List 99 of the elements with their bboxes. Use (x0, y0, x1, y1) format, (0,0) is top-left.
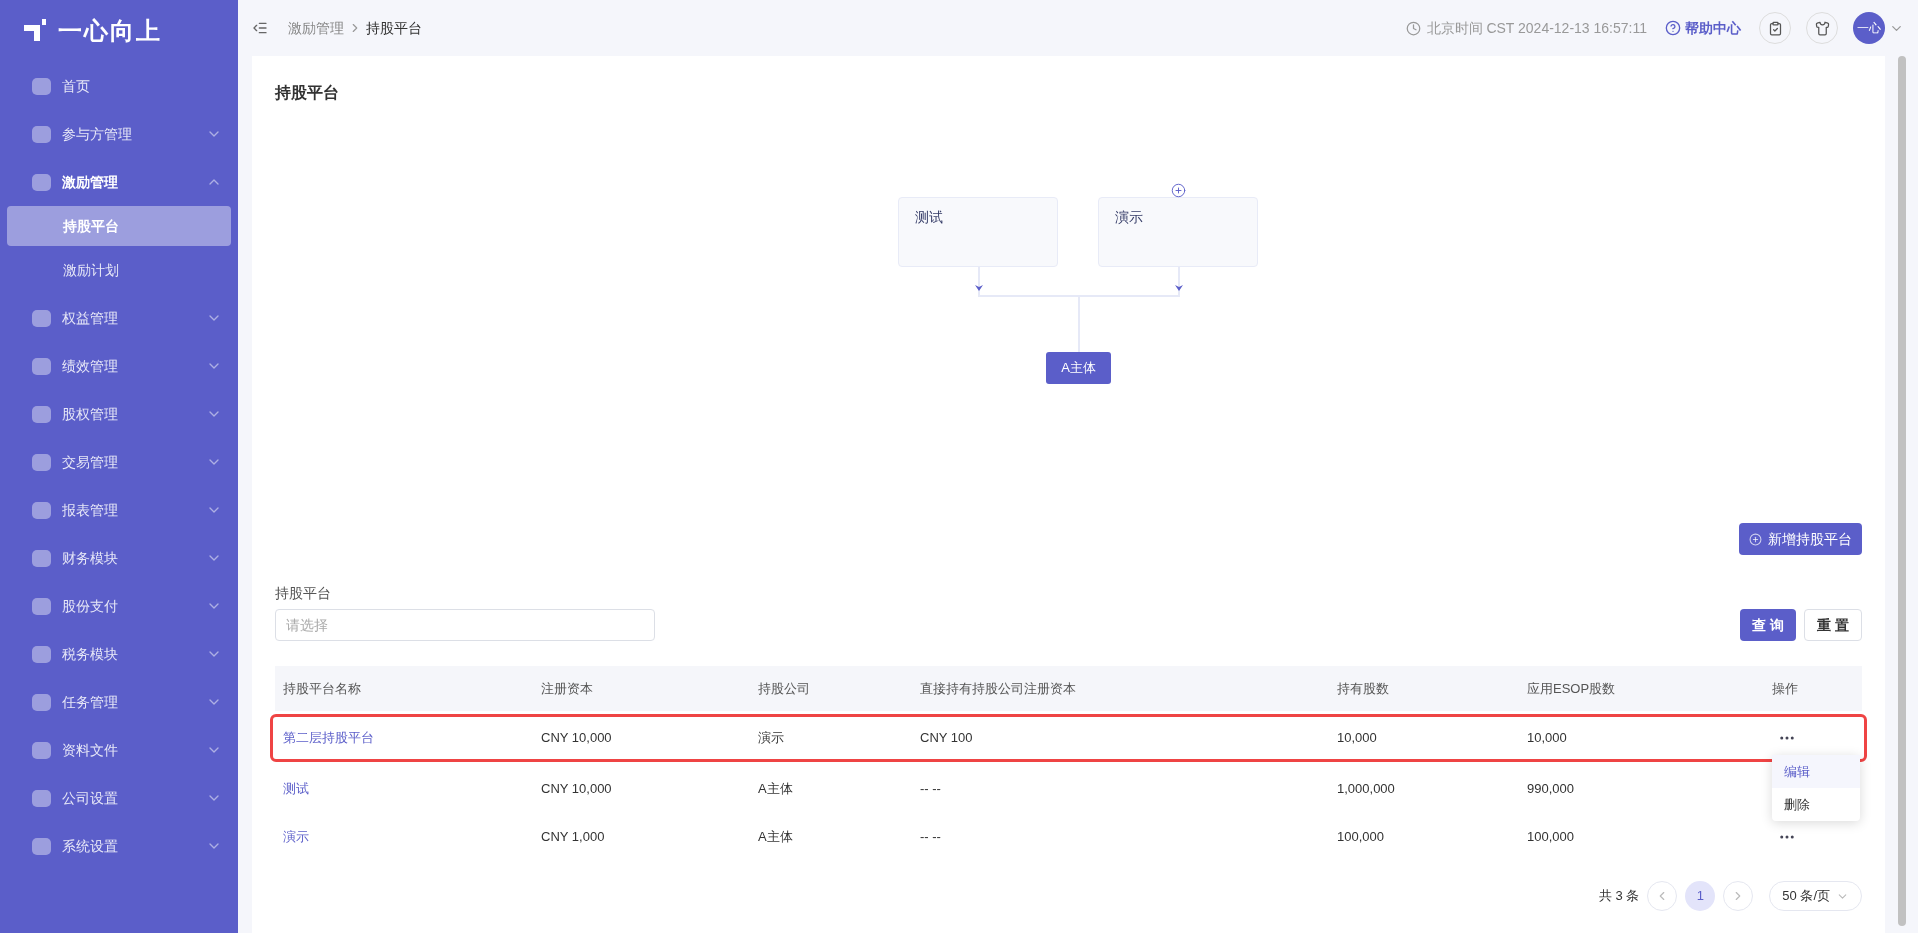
entity-node[interactable]: 测试 (898, 197, 1058, 267)
table-cell-text: A主体 (757, 828, 794, 847)
sidebar-item[interactable]: 交易管理 (0, 438, 238, 486)
collapse-icon[interactable] (252, 20, 268, 36)
sidebar-item[interactable]: 报表管理 (0, 486, 238, 534)
entity-node[interactable]: 演示 (1098, 197, 1258, 267)
add-platform-button[interactable]: 新增持股平台 (1739, 523, 1862, 555)
menu-icon (32, 741, 51, 759)
shirt-icon (1814, 20, 1830, 36)
help-icon (1665, 20, 1681, 36)
menu-label: 交易管理 (62, 452, 119, 472)
menu-icon (32, 77, 51, 95)
menu-icon (32, 597, 51, 615)
sidebar-item[interactable]: 财务模块 (0, 534, 238, 582)
menu-label: 权益管理 (62, 308, 119, 328)
menu-label: 财务模块 (62, 548, 119, 568)
table-cell-text: A主体 (757, 780, 794, 799)
menu-label: 资料文件 (62, 740, 119, 760)
submenu-item[interactable]: 持股平台 (7, 206, 231, 246)
sidebar-item[interactable]: 任务管理 (0, 678, 238, 726)
scrollbar[interactable] (1897, 56, 1906, 926)
menu-label: 报表管理 (62, 500, 119, 520)
logo-text: 一心向上 (58, 16, 162, 46)
menu-icon (32, 173, 51, 191)
sidebar-item[interactable]: 首页 (0, 62, 238, 110)
menu-icon (32, 501, 51, 519)
menu-icon (32, 693, 51, 711)
table-cell-text: 990,000 (1526, 780, 1575, 799)
total-count: 共 3 条 (1598, 887, 1640, 906)
breadcrumb-item: 持股平台 (366, 18, 422, 38)
table-cell-text: 10,000 (1526, 729, 1568, 748)
menu-label: 激励管理 (62, 172, 119, 192)
column-header: 直接持有持股公司注册资本 (919, 679, 1077, 698)
sidebar-item[interactable]: 股权管理 (0, 390, 238, 438)
menu-icon (32, 549, 51, 567)
menu-label: 系统设置 (62, 836, 119, 856)
sidebar-item[interactable]: 绩效管理 (0, 342, 238, 390)
menu-label: 参与方管理 (62, 124, 133, 144)
menu-label: 任务管理 (62, 692, 119, 712)
column-header: 应用ESOP股数 (1526, 679, 1617, 698)
menu-label: 股权管理 (62, 404, 119, 424)
platform-name-link[interactable]: 演示 (275, 827, 533, 847)
column-header: 持股平台名称 (282, 679, 362, 698)
platform-name-link[interactable]: 测试 (275, 779, 533, 799)
table-cell-text: 100,000 (1336, 828, 1385, 847)
clipboard-icon (1767, 20, 1783, 36)
clock-icon (1405, 20, 1421, 36)
reset-button[interactable]: 重 置 (1804, 609, 1862, 641)
breadcrumb-item[interactable]: 激励管理 (288, 17, 344, 39)
table-cell-text: CNY 1,000 (540, 828, 606, 847)
column-header: 持有股数 (1336, 679, 1390, 698)
menu-icon (32, 357, 51, 375)
plus-icon (1749, 532, 1762, 546)
root-entity-node[interactable]: A主体 (1046, 352, 1111, 384)
menu-item[interactable]: 删除 (1772, 788, 1860, 821)
platform-select-field[interactable]: 请选择 (275, 609, 655, 641)
menu-label: 绩效管理 (62, 356, 119, 376)
table-cell-text: CNY 10,000 (540, 729, 613, 748)
menu-icon (32, 789, 51, 807)
table-cell-text: -- -- (919, 828, 942, 847)
platform-name-link[interactable]: 第二层持股平台 (275, 728, 533, 748)
page-title: 持股平台 (275, 83, 340, 103)
sidebar-item[interactable]: 资料文件 (0, 726, 238, 774)
sidebar-item[interactable]: 参与方管理 (0, 110, 238, 158)
help-center-link[interactable]: 帮助中心 (1665, 17, 1741, 39)
sidebar-item[interactable]: 权益管理 (0, 294, 238, 342)
menu-icon (32, 125, 51, 143)
table-cell-text: 演示 (757, 729, 785, 748)
menu-item[interactable]: 编辑 (1772, 755, 1860, 788)
sidebar-item[interactable]: 激励管理 (0, 158, 238, 206)
menu-label: 首页 (62, 76, 91, 96)
table-cell-text: 1,000,000 (1336, 780, 1396, 799)
filter-label: 持股平台 (275, 584, 332, 603)
table-cell-text: 10,000 (1336, 729, 1378, 748)
page-button[interactable]: 1 (1685, 881, 1716, 911)
menu-label: 税务模块 (62, 644, 119, 664)
current-time: 北京时间 CST 2024-12-13 16:57:11 (1426, 18, 1647, 38)
menu-label: 股份支付 (62, 596, 119, 616)
submenu-item[interactable]: 激励计划 (7, 250, 231, 290)
menu-icon (32, 309, 51, 327)
column-header: 操作 (1771, 679, 1799, 698)
menu-icon (32, 405, 51, 423)
add-node-icon[interactable] (1171, 183, 1186, 198)
search-button[interactable]: 查 询 (1740, 609, 1797, 641)
sidebar-item[interactable]: 股份支付 (0, 582, 238, 630)
table-cell-text: CNY 10,000 (540, 780, 613, 799)
sidebar-item[interactable]: 税务模块 (0, 630, 238, 678)
sidebar-item[interactable]: 系统设置 (0, 822, 238, 870)
column-header: 持股公司 (757, 679, 811, 698)
menu-icon (32, 837, 51, 855)
column-header: 注册资本 (540, 679, 594, 698)
table-cell-text: -- -- (919, 780, 942, 799)
sidebar-item[interactable]: 公司设置 (0, 774, 238, 822)
menu-icon (32, 453, 51, 471)
table-cell-text: 100,000 (1526, 828, 1575, 847)
menu-icon (32, 645, 51, 663)
user-avatar[interactable]: 一心 (1853, 12, 1885, 44)
table-cell-text: CNY 100 (919, 729, 974, 748)
menu-label: 公司设置 (62, 788, 119, 808)
